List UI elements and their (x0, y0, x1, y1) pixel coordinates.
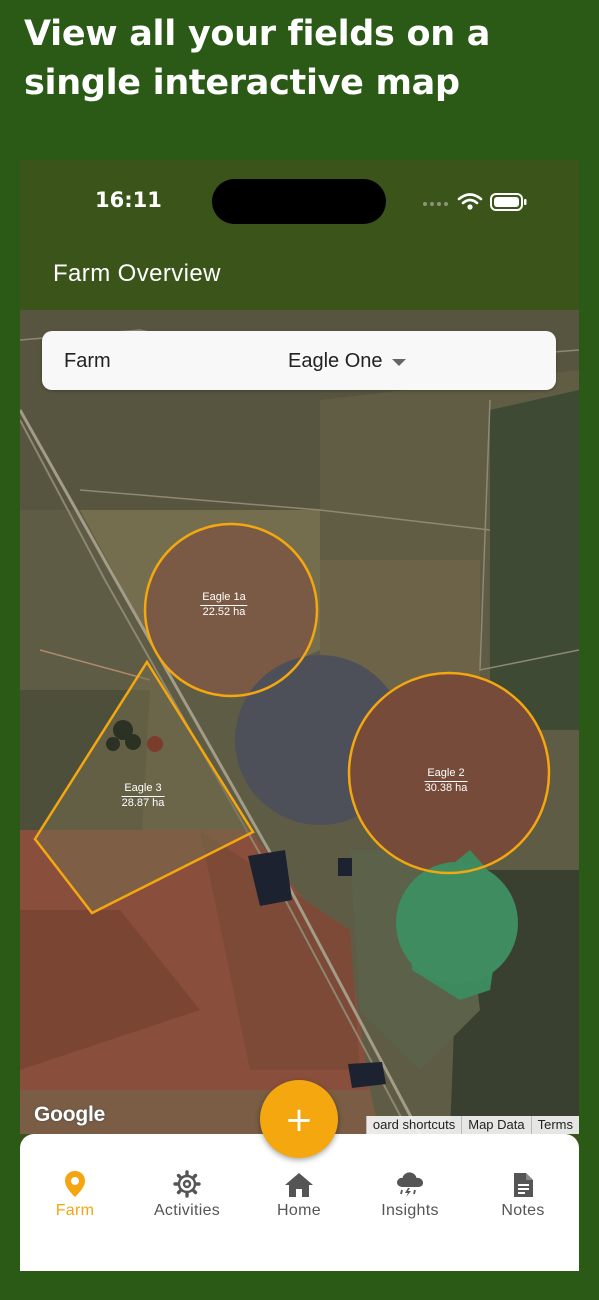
field-area: 22.52 ha (202, 606, 246, 618)
wifi-dot (467, 204, 473, 210)
nav-item-farm[interactable]: Farm (20, 1170, 131, 1220)
nav-label: Farm (55, 1202, 95, 1219)
field-name: Eagle 3 (121, 782, 165, 797)
nav-item-insights[interactable]: Insights (354, 1170, 466, 1220)
storm-cloud-icon (354, 1170, 466, 1198)
document-icon (467, 1170, 579, 1198)
plus-icon: + (284, 1100, 314, 1140)
nav-item-activities[interactable]: Activities (131, 1170, 243, 1220)
nav-label: Activities (153, 1202, 221, 1219)
nav-label: Insights (381, 1202, 439, 1219)
status-bar: 16:11 (20, 160, 579, 240)
field-label-eagle-2[interactable]: Eagle 2 30.38 ha (424, 767, 468, 795)
location-pin-icon (20, 1170, 131, 1198)
dynamic-island (212, 179, 386, 224)
gear-icon (131, 1170, 243, 1198)
add-button[interactable]: + (260, 1080, 338, 1158)
nav-label: Home (277, 1202, 321, 1219)
field-name: Eagle 1a (200, 591, 248, 606)
farm-selector-card[interactable]: Farm Eagle One (42, 331, 556, 390)
field-label-eagle-3[interactable]: Eagle 3 28.87 ha (121, 782, 165, 810)
wifi-icon (457, 193, 483, 205)
page-title: Farm Overview (53, 260, 221, 287)
nav-label: Notes (501, 1202, 545, 1219)
map-data-link[interactable]: Map Data (461, 1116, 531, 1134)
field-area: 30.38 ha (424, 782, 468, 794)
keyboard-shortcuts-link[interactable]: oard shortcuts (365, 1116, 462, 1134)
status-icons (423, 193, 527, 211)
satellite-map[interactable]: Eagle 1a 22.52 ha Eagle 2 30.38 ha Eagle… (20, 310, 579, 1134)
status-time: 16:11 (95, 188, 162, 212)
map-attribution: oard shortcuts Map Data Terms (365, 1116, 579, 1134)
terms-link[interactable]: Terms (530, 1116, 579, 1134)
field-name: Eagle 2 (424, 767, 468, 782)
nav-item-notes[interactable]: Notes (467, 1170, 579, 1220)
field-area: 28.87 ha (121, 797, 165, 809)
farm-dropdown[interactable]: Eagle One (288, 350, 406, 373)
field-label-eagle-1a[interactable]: Eagle 1a 22.52 ha (200, 591, 248, 619)
farm-label: Farm (64, 350, 111, 372)
battery-icon (490, 193, 527, 211)
signal-icon (423, 202, 448, 206)
nav-item-home[interactable]: Home (243, 1170, 355, 1220)
promo-headline: View all your fields on a single interac… (24, 14, 491, 103)
google-logo: Google (34, 1103, 106, 1126)
phone-screen: 16:11 Farm Overview Eagle 1a 22.52 ha Ea… (20, 160, 579, 1271)
chevron-down-icon (391, 359, 406, 366)
home-icon (243, 1170, 355, 1198)
farm-dropdown-value: Eagle One (288, 350, 383, 372)
map-imagery (20, 310, 579, 1134)
